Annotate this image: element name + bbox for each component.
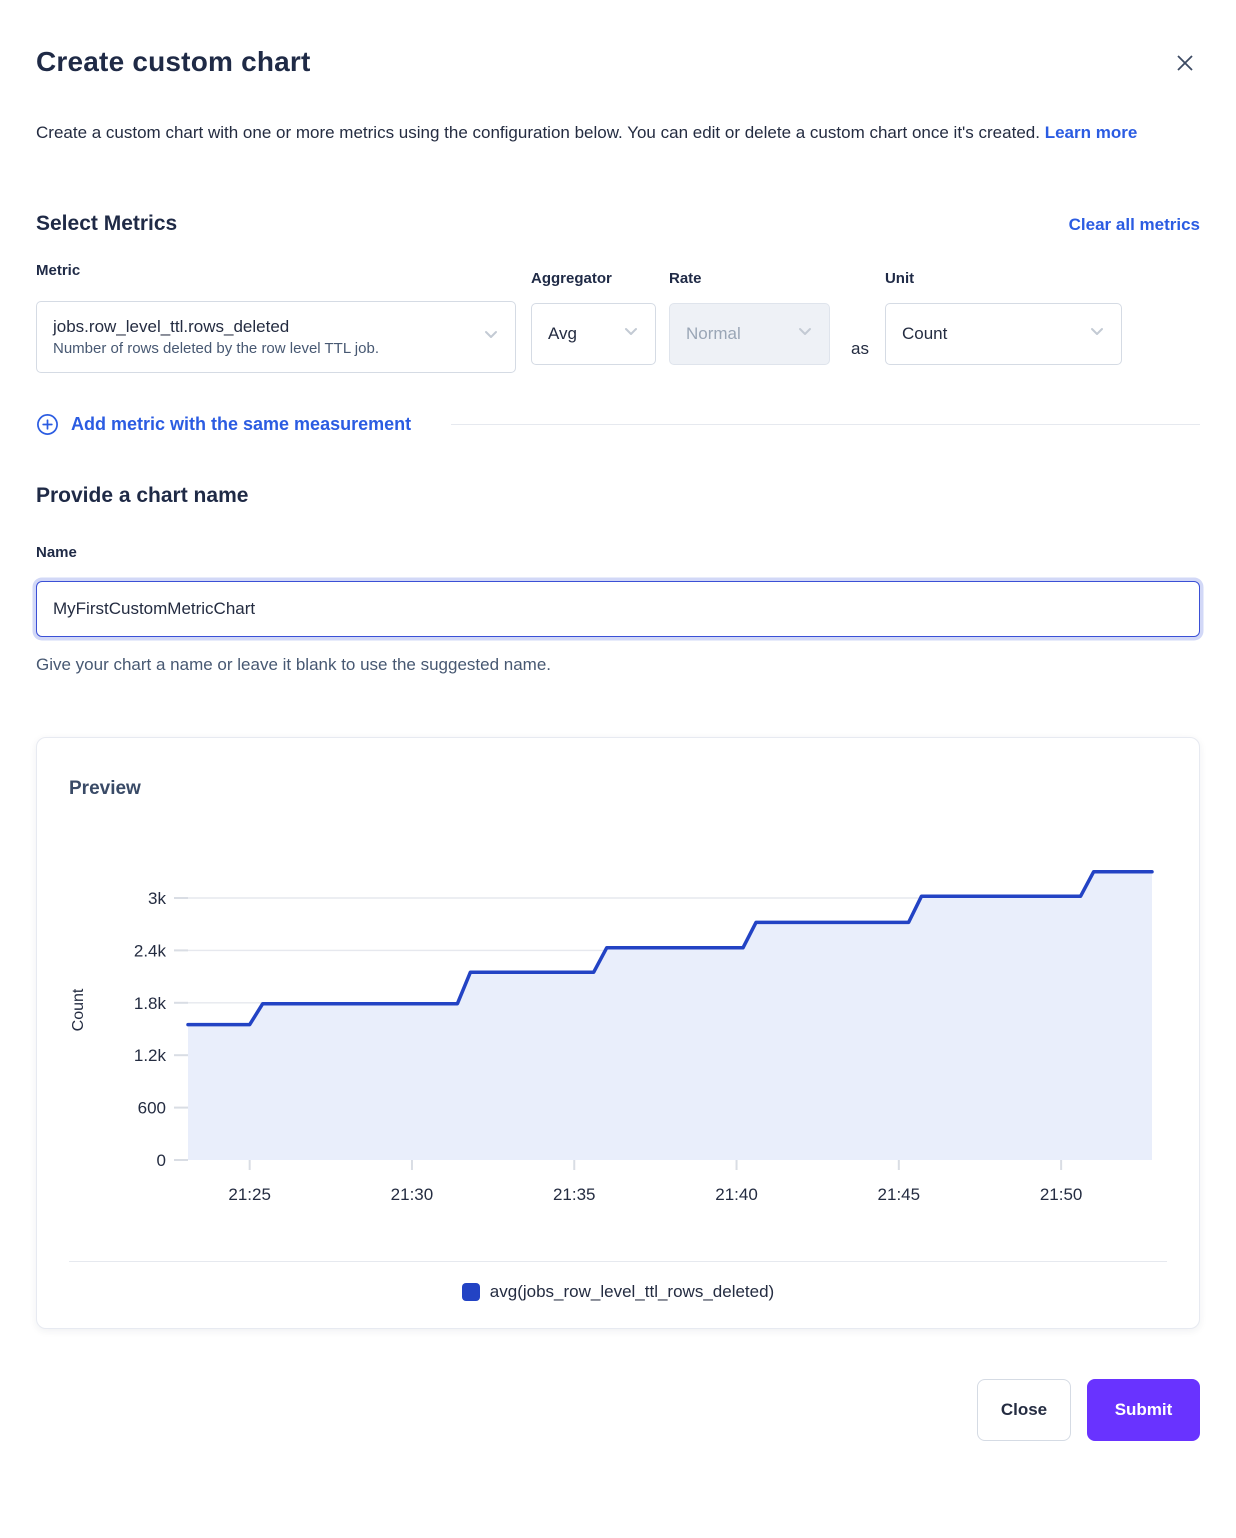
- metric-column: Metric jobs.row_level_ttl.rows_deleted N…: [36, 262, 516, 373]
- svg-text:1.8k: 1.8k: [134, 994, 167, 1013]
- metric-select[interactable]: jobs.row_level_ttl.rows_deleted Number o…: [36, 301, 516, 373]
- svg-text:21:50: 21:50: [1040, 1185, 1083, 1204]
- divider: [451, 424, 1200, 425]
- preview-heading: Preview: [69, 778, 1167, 800]
- rate-label: Rate: [669, 270, 830, 287]
- preview-card: Preview 0 600 1.2k 1.8k 2.4k 3k 21:25 21:30 21:3…: [36, 737, 1200, 1329]
- divider: [69, 1261, 1167, 1262]
- modal-footer: Close Submit: [36, 1379, 1200, 1441]
- modal-header: Create custom chart: [36, 46, 1200, 78]
- svg-text:21:35: 21:35: [553, 1185, 596, 1204]
- plus-circle-icon: [36, 413, 59, 436]
- page-title: Create custom chart: [36, 46, 311, 78]
- select-metrics-heading: Select Metrics: [36, 212, 177, 236]
- metric-select-description: Number of rows deleted by the row level …: [53, 340, 471, 357]
- chart-name-input[interactable]: [36, 581, 1200, 637]
- clear-all-metrics-link[interactable]: Clear all metrics: [1069, 215, 1200, 235]
- chevron-down-icon: [621, 322, 641, 347]
- close-icon[interactable]: [1170, 48, 1200, 78]
- submit-button[interactable]: Submit: [1087, 1379, 1200, 1441]
- svg-text:21:30: 21:30: [391, 1185, 434, 1204]
- svg-text:3k: 3k: [148, 889, 166, 908]
- svg-text:21:25: 21:25: [228, 1185, 271, 1204]
- name-label: Name: [36, 544, 1200, 561]
- chevron-down-icon: [481, 325, 501, 350]
- unit-column: Unit Count: [885, 270, 1122, 365]
- aggregator-label: Aggregator: [531, 270, 656, 287]
- svg-text:Count: Count: [70, 988, 87, 1031]
- add-metric-label: Add metric with the same measurement: [71, 414, 411, 435]
- svg-text:2.4k: 2.4k: [134, 941, 167, 960]
- metric-label: Metric: [36, 262, 516, 279]
- preview-chart: 0 600 1.2k 1.8k 2.4k 3k 21:25 21:30 21:35 21:40 21…: [69, 840, 1167, 1217]
- description-text: Create a custom chart with one or more m…: [36, 123, 1040, 142]
- legend-swatch: [462, 1283, 480, 1301]
- unit-select-value: Count: [902, 324, 1077, 344]
- modal-description: Create a custom chart with one or more m…: [36, 114, 1200, 152]
- svg-text:1.2k: 1.2k: [134, 1046, 167, 1065]
- svg-text:21:45: 21:45: [878, 1185, 921, 1204]
- metric-row: Metric jobs.row_level_ttl.rows_deleted N…: [36, 262, 1200, 373]
- chart-legend: avg(jobs_row_level_ttl_rows_deleted): [69, 1282, 1167, 1302]
- aggregator-select-value: Avg: [548, 324, 611, 344]
- chevron-down-icon: [1087, 322, 1107, 347]
- rate-select-value: Normal: [686, 324, 785, 344]
- chart-name-heading: Provide a chart name: [36, 484, 1200, 508]
- close-button[interactable]: Close: [977, 1379, 1071, 1441]
- add-metric-row: Add metric with the same measurement: [36, 413, 1200, 436]
- chevron-down-icon: [795, 322, 815, 347]
- rate-column: Rate Normal: [669, 270, 830, 365]
- learn-more-link[interactable]: Learn more: [1045, 123, 1138, 142]
- svg-text:21:40: 21:40: [715, 1185, 758, 1204]
- rate-select: Normal: [669, 303, 830, 365]
- svg-text:600: 600: [138, 1099, 166, 1118]
- step-area-chart: 0 600 1.2k 1.8k 2.4k 3k 21:25 21:30 21:35 21:40 21…: [69, 840, 1169, 1212]
- unit-label: Unit: [885, 270, 1122, 287]
- unit-select[interactable]: Count: [885, 303, 1122, 365]
- name-helper-text: Give your chart a name or leave it blank…: [36, 655, 1200, 675]
- metric-select-value: jobs.row_level_ttl.rows_deleted: [53, 317, 471, 337]
- aggregator-column: Aggregator Avg: [531, 270, 656, 365]
- add-metric-link[interactable]: Add metric with the same measurement: [36, 413, 411, 436]
- create-custom-chart-modal: Create custom chart Create a custom char…: [0, 0, 1236, 1441]
- aggregator-select[interactable]: Avg: [531, 303, 656, 365]
- svg-text:0: 0: [157, 1151, 166, 1170]
- as-label: as: [851, 339, 869, 359]
- legend-label: avg(jobs_row_level_ttl_rows_deleted): [490, 1282, 774, 1302]
- metrics-section-header: Select Metrics Clear all metrics: [36, 212, 1200, 236]
